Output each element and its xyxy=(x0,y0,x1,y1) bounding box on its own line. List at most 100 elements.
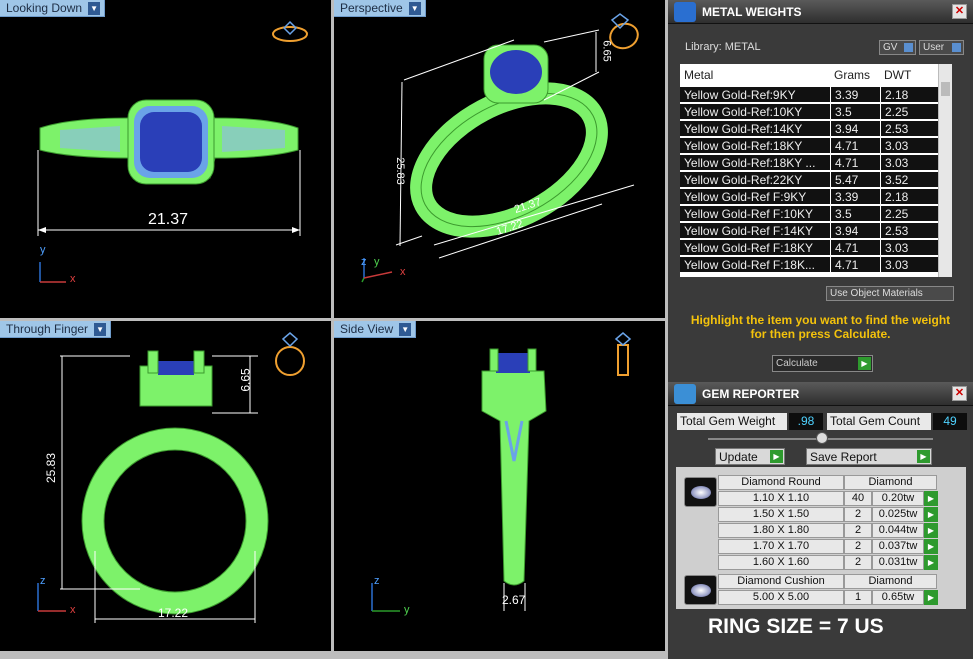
play-icon[interactable]: ▶ xyxy=(924,491,938,506)
update-button[interactable]: Update ▶ xyxy=(715,448,785,465)
table-cell: 3.5 xyxy=(830,104,880,119)
axis-label-y: y xyxy=(40,244,46,256)
save-report-button[interactable]: Save Report ▶ xyxy=(806,448,932,465)
table-cell: 2.53 xyxy=(880,223,938,238)
scrollbar[interactable] xyxy=(938,64,952,277)
table-row[interactable]: Yellow Gold-Ref:10KY 3.5 2.25 xyxy=(680,104,938,120)
close-icon[interactable]: ✕ xyxy=(952,4,967,19)
total-gem-weight-value: .98 xyxy=(789,413,823,430)
dimension-label: 6.65 xyxy=(238,368,253,392)
table-cell: 2.18 xyxy=(880,189,938,204)
gem-weight: 0.037tw xyxy=(872,539,924,554)
table-cell: 2.25 xyxy=(880,104,938,119)
play-icon: ▶ xyxy=(917,450,930,463)
gem-size: 1.70 X 1.70 xyxy=(718,539,844,554)
table-row[interactable]: Yellow Gold-Ref F:18K... 4.71 3.03 xyxy=(680,257,938,273)
metal-weights-icon xyxy=(674,2,696,22)
scroll-thumb[interactable] xyxy=(941,82,950,96)
chevron-down-icon[interactable]: ▼ xyxy=(94,322,107,336)
chevron-down-icon[interactable]: ▼ xyxy=(399,322,412,336)
viewport-looking-down[interactable]: Looking Down ▼ 21.37 y x xyxy=(0,0,331,318)
table-row[interactable]: Yellow Gold-Ref:9KY 3.39 2.18 xyxy=(680,87,938,103)
axis-label-z: z xyxy=(361,256,367,268)
side-panel: METAL WEIGHTS ✕ Library: METAL GV User M… xyxy=(668,0,973,659)
table-row[interactable]: Yellow Gold-Ref F:18KY 4.71 3.03 xyxy=(680,240,938,256)
user-toggle[interactable]: User xyxy=(919,40,964,55)
gem-count: 2 xyxy=(844,523,872,538)
gem-count: 1 xyxy=(844,590,872,605)
chevron-down-icon[interactable]: ▼ xyxy=(88,1,101,15)
gem-count: 2 xyxy=(844,539,872,554)
toggle-indicator xyxy=(952,43,961,52)
table-row[interactable]: Yellow Gold-Ref F:14KY 3.94 2.53 xyxy=(680,223,938,239)
save-report-label: Save Report xyxy=(810,450,877,464)
close-icon[interactable]: ✕ xyxy=(952,386,967,401)
column-header[interactable]: Metal xyxy=(680,64,830,86)
gem-weight: 0.65tw xyxy=(872,590,924,605)
table-cell: Yellow Gold-Ref:10KY xyxy=(684,105,803,119)
metal-table[interactable]: Metal Grams DWT Yellow Gold-Ref:9KY 3.39 2… xyxy=(680,64,952,277)
dimension-label: 2.67 xyxy=(502,593,526,607)
round-diamond-icon xyxy=(684,477,717,507)
dimension-label: 6.65 xyxy=(600,40,613,62)
gv-toggle[interactable]: GV xyxy=(879,40,916,55)
play-icon[interactable]: ▶ xyxy=(924,507,938,522)
viewport-title: Through Finger xyxy=(6,321,89,336)
column-header[interactable]: DWT xyxy=(880,64,938,86)
axis-label-x: x xyxy=(70,604,76,616)
calculate-label: Calculate xyxy=(776,358,818,369)
axis-label-z: z xyxy=(40,575,46,587)
viewport-through-finger[interactable]: Through Finger ▼ 25.83 6.65 17.22 z x xyxy=(0,321,331,651)
table-cell: Yellow Gold-Ref:22KY xyxy=(684,173,803,187)
chevron-down-icon[interactable]: ▼ xyxy=(408,1,421,15)
table-cell: 3.39 xyxy=(830,189,880,204)
viewport-tab[interactable]: Side View ▼ xyxy=(334,321,417,338)
table-row[interactable]: Yellow Gold-Ref F:10KY 3.5 2.25 xyxy=(680,206,938,222)
use-object-materials-toggle[interactable]: Use Object Materials xyxy=(826,286,954,301)
total-gem-count-value: 49 xyxy=(933,413,967,430)
table-row[interactable]: Yellow Gold-Ref:18KY 4.71 3.03 xyxy=(680,138,938,154)
play-icon: ▶ xyxy=(858,357,871,370)
table-row[interactable]: Yellow Gold-Ref:18KY ... 4.71 3.03 xyxy=(680,155,938,171)
gem-count: 2 xyxy=(844,555,872,570)
table-cell: 2.53 xyxy=(880,121,938,136)
ring-size-label: RING SIZE = 7 US xyxy=(708,615,884,638)
play-icon[interactable]: ▶ xyxy=(924,590,938,605)
viewport-tab[interactable]: Perspective ▼ xyxy=(334,0,426,17)
play-icon[interactable]: ▶ xyxy=(924,523,938,538)
gem-size: 1.50 X 1.50 xyxy=(718,507,844,522)
gem-size: 1.80 X 1.80 xyxy=(718,523,844,538)
metal-table-header: Metal Grams DWT xyxy=(680,64,938,86)
gem-material: Diamond xyxy=(844,475,937,490)
viewport-tab[interactable]: Looking Down ▼ xyxy=(0,0,106,17)
slider-handle[interactable] xyxy=(816,432,828,444)
gem-count: 2 xyxy=(844,507,872,522)
gem-size: 5.00 X 5.00 xyxy=(718,590,844,605)
table-cell: 3.5 xyxy=(830,206,880,221)
instruction-text: Highlight the item you want to find the … xyxy=(690,313,951,341)
play-icon[interactable]: ▶ xyxy=(924,555,938,570)
metal-weights-header: METAL WEIGHTS ✕ xyxy=(668,0,973,24)
viewport-perspective[interactable]: Perspective ▼ 6.65 25.83 21.37 17.22 z y … xyxy=(334,0,665,318)
table-cell: 3.52 xyxy=(880,172,938,187)
viewport-side-view[interactable]: Side View ▼ 2.67 z y xyxy=(334,321,665,651)
column-header[interactable]: Grams xyxy=(830,64,880,86)
table-row[interactable]: Yellow Gold-Ref:14KY 3.94 2.53 xyxy=(680,121,938,137)
table-cell: 3.94 xyxy=(830,121,880,136)
table-cell: 2.25 xyxy=(880,206,938,221)
calculate-button[interactable]: Calculate ▶ xyxy=(772,355,873,372)
play-icon: ▶ xyxy=(770,450,783,463)
viewport-tab[interactable]: Through Finger ▼ xyxy=(0,321,112,338)
gem-size: 1.60 X 1.60 xyxy=(718,555,844,570)
mini-ring-icon xyxy=(614,332,632,376)
table-cell: 4.71 xyxy=(830,257,880,272)
gem-material: Diamond xyxy=(844,574,937,589)
table-cell: Yellow Gold-Ref:9KY xyxy=(684,88,796,102)
gem-table: Diamond Round Diamond 1.10 X 1.10 40 0.20t… xyxy=(676,467,966,609)
axis-label-y: y xyxy=(404,604,410,616)
table-row[interactable]: Yellow Gold-Ref F:9KY 3.39 2.18 xyxy=(680,189,938,205)
table-row[interactable]: Yellow Gold-Ref:22KY 5.47 3.52 xyxy=(680,172,938,188)
table-cell: Yellow Gold-Ref F:18K... xyxy=(684,258,815,272)
play-icon[interactable]: ▶ xyxy=(924,539,938,554)
table-cell: 3.94 xyxy=(830,223,880,238)
